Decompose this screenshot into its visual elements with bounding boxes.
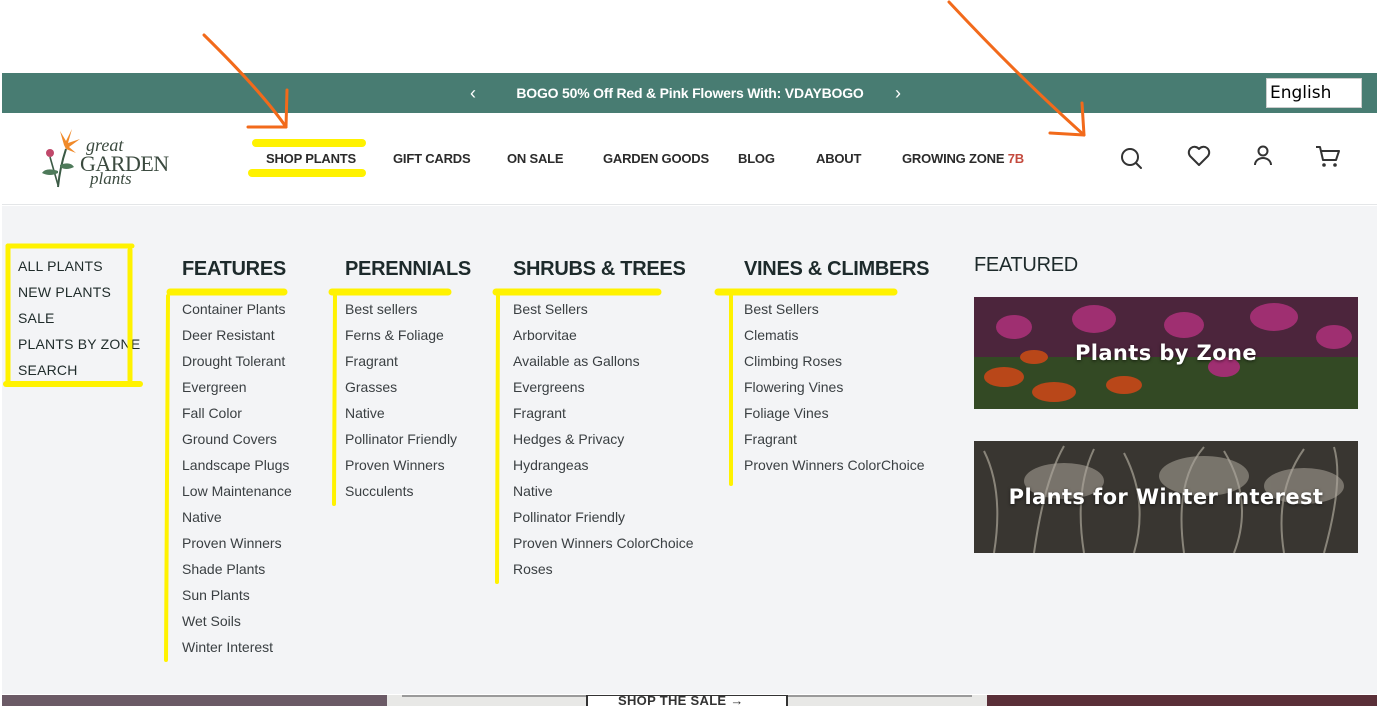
menu-link[interactable]: Winter Interest	[182, 638, 292, 664]
nav-garden-goods[interactable]: GARDEN GOODS	[603, 113, 709, 205]
nav-on-sale[interactable]: ON SALE	[507, 113, 564, 205]
menu-link[interactable]: Grasses	[345, 378, 471, 404]
menu-link[interactable]: Native	[182, 508, 292, 534]
menu-link[interactable]: Ground Covers	[182, 430, 292, 456]
nav-blog[interactable]: BLOG	[738, 113, 775, 205]
menu-link[interactable]: Fragrant	[345, 352, 471, 378]
menu-link[interactable]: Fragrant	[744, 430, 929, 456]
menu-link[interactable]: Climbing Roses	[744, 352, 929, 378]
featured-card-plants-by-zone[interactable]: Plants by Zone	[974, 297, 1358, 409]
menu-link[interactable]: Foliage Vines	[744, 404, 929, 430]
menu-link[interactable]: Best Sellers	[744, 300, 929, 326]
quick-link-new-plants[interactable]: NEW PLANTS	[18, 282, 140, 308]
nav-shop-plants[interactable]: SHOP PLANTS	[266, 113, 356, 205]
promo-bar: ‹ BOGO 50% Off Red & Pink Flowers With: …	[2, 73, 1377, 113]
menu-column-vines-climbers: VINES & CLIMBERS Best Sellers Clematis C…	[744, 254, 930, 482]
cart-icon[interactable]	[1313, 141, 1343, 171]
menu-link[interactable]: Proven Winners ColorChoice	[744, 456, 929, 482]
site-logo[interactable]: great GARDEN plants	[38, 127, 169, 191]
nav-gift-cards[interactable]: GIFT CARDS	[393, 113, 471, 205]
menu-link[interactable]: Shade Plants	[182, 560, 292, 586]
column-title-shrubs-trees[interactable]: SHRUBS & TREES	[513, 254, 694, 300]
menu-link[interactable]: Hydrangeas	[513, 456, 694, 482]
menu-column-features: FEATURES Container Plants Deer Resistant…	[182, 254, 292, 664]
menu-column-shrubs-trees: SHRUBS & TREES Best Sellers Arborvitae A…	[513, 254, 694, 586]
menu-link[interactable]: Available as Gallons	[513, 352, 694, 378]
column-title-perennials[interactable]: PERENNIALS	[345, 254, 471, 300]
nav-about[interactable]: ABOUT	[816, 113, 861, 205]
shop-plants-mega-menu: ALL PLANTS NEW PLANTS SALE PLANTS BY ZON…	[2, 206, 1377, 694]
column-title-vines-climbers[interactable]: VINES & CLIMBERS	[744, 254, 930, 300]
menu-link[interactable]: Deer Resistant	[182, 326, 292, 352]
promo-text[interactable]: BOGO 50% Off Red & Pink Flowers With: VD…	[492, 73, 888, 113]
menu-link[interactable]: Fragrant	[513, 404, 694, 430]
search-icon[interactable]	[1116, 141, 1146, 171]
menu-link[interactable]: Low Maintenance	[182, 482, 292, 508]
chevron-left-icon[interactable]: ‹	[470, 73, 476, 113]
menu-link[interactable]: Ferns & Foliage	[345, 326, 471, 352]
menu-link[interactable]: Container Plants	[182, 300, 292, 326]
menu-link[interactable]: Proven Winners ColorChoice	[513, 534, 694, 560]
column-title-features[interactable]: FEATURES	[182, 254, 292, 300]
menu-link[interactable]: Native	[513, 482, 694, 508]
menu-link[interactable]: Clematis	[744, 326, 929, 352]
featured-card-plants-for-winter-interest[interactable]: Plants for Winter Interest	[974, 441, 1358, 553]
nav-growing-zone[interactable]: GROWING ZONE 7B	[902, 113, 1024, 205]
menu-link[interactable]: Best sellers	[345, 300, 471, 326]
menu-link[interactable]: Best Sellers	[513, 300, 694, 326]
language-select[interactable]: English	[1266, 78, 1362, 108]
chevron-right-icon[interactable]: ›	[895, 73, 901, 113]
site-header: great GARDEN plants SHOP PLANTS GIFT CAR…	[2, 113, 1377, 205]
menu-column-perennials: PERENNIALS Best sellers Ferns & Foliage …	[345, 254, 471, 508]
menu-link[interactable]: Drought Tolerant	[182, 352, 292, 378]
quick-link-all-plants[interactable]: ALL PLANTS	[18, 256, 140, 282]
menu-link[interactable]: Flowering Vines	[744, 378, 929, 404]
menu-link[interactable]: Proven Winners	[345, 456, 471, 482]
menu-link[interactable]: Proven Winners	[182, 534, 292, 560]
featured-card-label: Plants by Zone	[1074, 341, 1258, 365]
menu-link[interactable]: Succulents	[345, 482, 471, 508]
menu-link[interactable]: Pollinator Friendly	[345, 430, 471, 456]
featured-title: FEATURED	[974, 254, 1078, 276]
menu-link[interactable]: Arborvitae	[513, 326, 694, 352]
menu-link[interactable]: Evergreen	[182, 378, 292, 404]
account-icon[interactable]	[1248, 141, 1278, 171]
menu-link[interactable]: Wet Soils	[182, 612, 292, 638]
menu-link[interactable]: Evergreens	[513, 378, 694, 404]
menu-link[interactable]: Sun Plants	[182, 586, 292, 612]
growing-zone-label: GROWING ZONE	[902, 151, 1005, 166]
shop-the-sale-button[interactable]: SHOP THE SALE →	[618, 694, 744, 706]
menu-link[interactable]: Pollinator Friendly	[513, 508, 694, 534]
heart-icon[interactable]	[1184, 141, 1214, 171]
quick-link-search[interactable]: SEARCH	[18, 360, 140, 386]
menu-link[interactable]: Fall Color	[182, 404, 292, 430]
menu-link[interactable]: Hedges & Privacy	[513, 430, 694, 456]
quick-links: ALL PLANTS NEW PLANTS SALE PLANTS BY ZON…	[18, 256, 140, 386]
quick-link-plants-by-zone[interactable]: PLANTS BY ZONE	[18, 334, 140, 360]
menu-link[interactable]: Landscape Plugs	[182, 456, 292, 482]
menu-link[interactable]: Roses	[513, 560, 694, 586]
menu-link[interactable]: Native	[345, 404, 471, 430]
logo-text-plants: plants	[90, 169, 132, 188]
quick-link-sale[interactable]: SALE	[18, 308, 140, 334]
growing-zone-value: 7B	[1007, 151, 1024, 166]
featured-card-label: Plants for Winter Interest	[1008, 485, 1324, 509]
